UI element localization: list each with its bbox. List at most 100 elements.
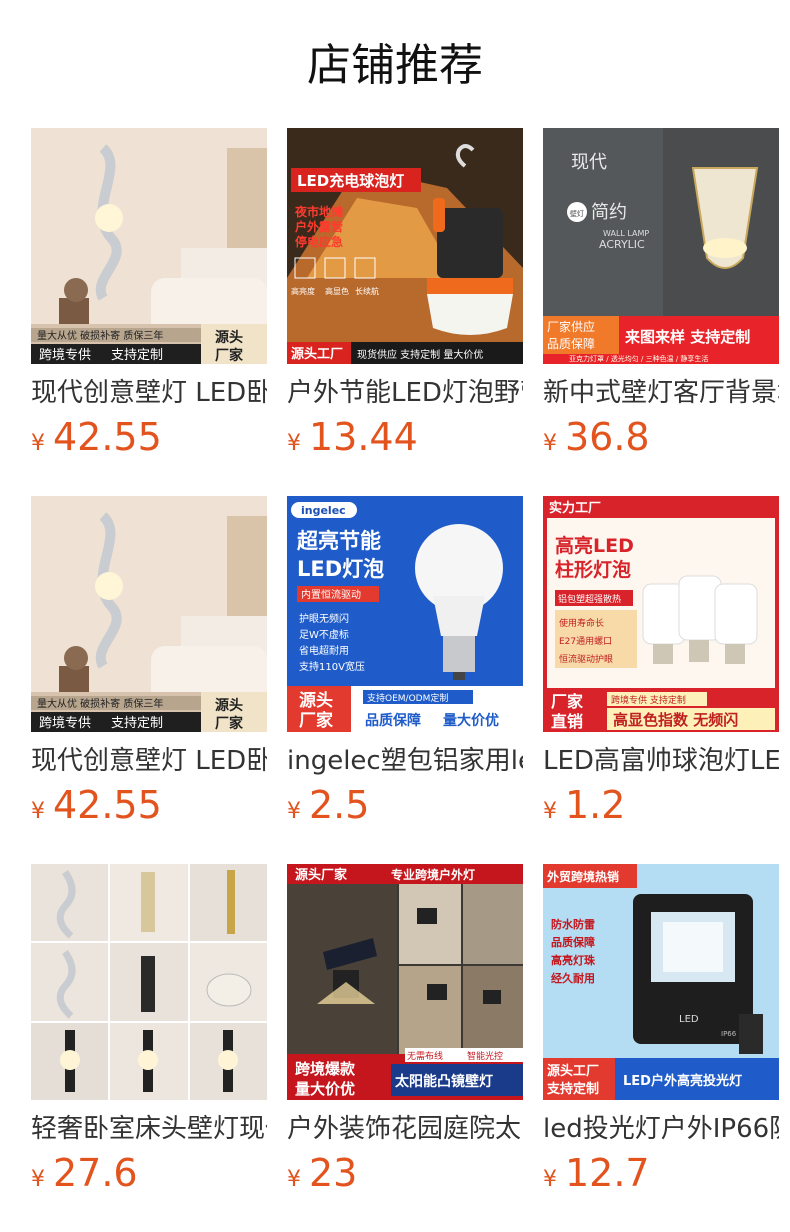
image-caption: 长续航 bbox=[355, 286, 379, 296]
led-column-bulb-photo: 实力工厂 高亮LED 柱形灯泡 铝包塑超强散热 使用寿命长 E27通用螺口 恒流… bbox=[543, 496, 779, 732]
product-name[interactable]: 户外节能LED灯泡野营灯 bbox=[287, 375, 523, 411]
image-caption: 经久耐用 bbox=[551, 971, 595, 985]
image-caption: 量大从优 破损补寄 质保三年 bbox=[37, 329, 163, 342]
price-value: 27.6 bbox=[53, 1151, 138, 1195]
product-name[interactable]: led投光灯户外IP66防水 bbox=[543, 1111, 779, 1147]
led-bulb-photo: ingelec 超亮节能 LED灯泡 内置恒流驱动 护眼无频闪 足W不虚标 省电… bbox=[287, 496, 523, 732]
image-caption: 护眼无频闪 bbox=[299, 612, 349, 625]
price-value: 36.8 bbox=[565, 415, 650, 459]
product-card[interactable]: 现代 壁灯 简约 WALL LAMP ACRYLIC 厂家供应 品质保障 来图来… bbox=[543, 128, 779, 468]
image-caption: LED bbox=[679, 1014, 699, 1025]
product-card[interactable]: 轻奢卧室床头壁灯现代简约 ¥27.6 bbox=[31, 864, 267, 1204]
image-caption: LED灯泡 bbox=[297, 557, 384, 581]
image-caption: 源头工厂 bbox=[291, 346, 343, 362]
product-card[interactable]: 实力工厂 高亮LED 柱形灯泡 铝包塑超强散热 使用寿命长 E27通用螺口 恒流… bbox=[543, 496, 779, 836]
image-caption: 太阳能凸镜壁灯 bbox=[395, 1073, 493, 1090]
image-caption: 现代 bbox=[571, 152, 607, 173]
image-caption: 现货供应 支持定制 量大价优 bbox=[357, 348, 483, 361]
product-price: ¥1.2 bbox=[543, 782, 625, 828]
acrylic-wall-lamp-photo: 现代 壁灯 简约 WALL LAMP ACRYLIC 厂家供应 品质保障 来图来… bbox=[543, 128, 779, 364]
product-image[interactable] bbox=[31, 864, 267, 1100]
image-caption: 足W不虚标 bbox=[299, 629, 349, 641]
product-price: ¥42.55 bbox=[31, 414, 162, 460]
product-name[interactable]: LED高富帅球泡灯LED柱形灯 bbox=[543, 743, 779, 779]
product-name[interactable]: 新中式壁灯客厅背景墙 bbox=[543, 375, 779, 411]
product-name[interactable]: 户外装饰花园庭院太阳能壁灯 bbox=[287, 1111, 523, 1147]
image-caption: 恒流驱动护眼 bbox=[559, 653, 613, 665]
image-caption: 跨境专供 bbox=[39, 716, 91, 731]
led-floodlight-photo: 外贸跨境热销 防水防雷 品质保障 高亮灯珠 经久耐用 IP66 LED 源头工厂… bbox=[543, 864, 779, 1100]
image-caption: 源头厂家 bbox=[295, 867, 348, 883]
image-caption: 专业跨境户外灯 bbox=[391, 867, 475, 882]
image-caption: 品质保障 bbox=[365, 712, 421, 729]
product-image[interactable]: 量大从优 破损补寄 质保三年 跨境专供 支持定制 源头 厂家 bbox=[31, 496, 267, 732]
wall-lamp-grid-photo bbox=[31, 864, 267, 1100]
product-price: ¥36.8 bbox=[543, 414, 650, 460]
product-name[interactable]: 现代创意壁灯 LED卧室床头灯 bbox=[31, 375, 267, 411]
image-caption: 高显色指数 无频闪 bbox=[613, 711, 738, 729]
currency-symbol: ¥ bbox=[287, 799, 301, 824]
image-caption: 源头工厂 bbox=[547, 1063, 599, 1079]
image-caption: 高亮LED bbox=[555, 534, 634, 557]
image-caption: E27通用螺口 bbox=[559, 636, 612, 647]
image-caption: 直销 bbox=[551, 712, 583, 731]
image-caption: LED户外高亮投光灯 bbox=[623, 1073, 742, 1089]
image-caption: 支持定制 bbox=[546, 1081, 599, 1097]
product-name[interactable]: ingelec塑包铝家用led灯泡 bbox=[287, 743, 523, 779]
image-caption: 量大价优 bbox=[443, 712, 499, 729]
product-price: ¥12.7 bbox=[543, 1150, 650, 1196]
product-name[interactable]: 现代创意壁灯 LED卧室床头灯 bbox=[31, 743, 267, 779]
image-caption: 使用寿命长 bbox=[559, 617, 604, 629]
image-caption: 无需布线 bbox=[407, 1050, 443, 1062]
product-card[interactable]: ingelec 超亮节能 LED灯泡 内置恒流驱动 护眼无频闪 足W不虚标 省电… bbox=[287, 496, 523, 836]
product-card[interactable]: 源头厂家 专业跨境户外灯 无需布线 智能光控 跨境爆款 量大价优 太阳能凸镜壁灯… bbox=[287, 864, 523, 1204]
product-name[interactable]: 轻奢卧室床头壁灯现代简约 bbox=[31, 1111, 267, 1147]
image-caption: 跨境专供 bbox=[39, 348, 91, 363]
product-image[interactable]: 量大从优 破损补寄 质保三年 跨境专供 支持定制 源头 厂家 bbox=[31, 128, 267, 364]
image-caption: 户外露营 bbox=[295, 219, 343, 234]
product-price: ¥42.55 bbox=[31, 782, 162, 828]
product-image[interactable]: LED充电球泡灯 夜市地摊 户外露营 停电应急 高亮度 高显色 长续航 源头工厂… bbox=[287, 128, 523, 364]
currency-symbol: ¥ bbox=[287, 431, 301, 456]
product-card[interactable]: 量大从优 破损补寄 质保三年 跨境专供 支持定制 源头 厂家 现代创意壁灯 LE… bbox=[31, 128, 267, 468]
image-caption: 跨境爆款 bbox=[295, 1060, 356, 1078]
product-image[interactable]: 现代 壁灯 简约 WALL LAMP ACRYLIC 厂家供应 品质保障 来图来… bbox=[543, 128, 779, 364]
product-card[interactable]: LED充电球泡灯 夜市地摊 户外露营 停电应急 高亮度 高显色 长续航 源头工厂… bbox=[287, 128, 523, 468]
image-caption: WALL LAMP bbox=[603, 229, 649, 238]
image-caption: 外贸跨境热销 bbox=[547, 869, 619, 884]
price-value: 23 bbox=[309, 1151, 358, 1195]
image-caption: 源头 bbox=[215, 697, 243, 714]
product-price: ¥13.44 bbox=[287, 414, 418, 460]
price-value: 1.2 bbox=[565, 783, 626, 827]
store-recommendations-page: 店铺推荐 量大从优 破损补寄 质保三年 跨境专供 支持定制 源头 厂家 现代创意… bbox=[0, 0, 790, 1232]
product-image[interactable]: ingelec 超亮节能 LED灯泡 内置恒流驱动 护眼无频闪 足W不虚标 省电… bbox=[287, 496, 523, 732]
led-camping-bulb-photo: LED充电球泡灯 夜市地摊 户外露营 停电应急 高亮度 高显色 长续航 源头工厂… bbox=[287, 128, 523, 364]
price-value: 12.7 bbox=[565, 1151, 650, 1195]
product-image[interactable]: 外贸跨境热销 防水防雷 品质保障 高亮灯珠 经久耐用 IP66 LED 源头工厂… bbox=[543, 864, 779, 1100]
image-caption: 源头 bbox=[215, 329, 243, 346]
product-image[interactable]: 实力工厂 高亮LED 柱形灯泡 铝包塑超强散热 使用寿命长 E27通用螺口 恒流… bbox=[543, 496, 779, 732]
product-price: ¥2.5 bbox=[287, 782, 369, 828]
image-caption: 厂家 bbox=[215, 347, 244, 364]
product-image[interactable]: 源头厂家 专业跨境户外灯 无需布线 智能光控 跨境爆款 量大价优 太阳能凸镜壁灯 bbox=[287, 864, 523, 1100]
image-caption: 停电应急 bbox=[295, 234, 343, 249]
currency-symbol: ¥ bbox=[287, 1167, 301, 1192]
product-card[interactable]: 外贸跨境热销 防水防雷 品质保障 高亮灯珠 经久耐用 IP66 LED 源头工厂… bbox=[543, 864, 779, 1204]
product-card[interactable]: 量大从优 破损补寄 质保三年 跨境专供 支持定制 源头 厂家 现代创意壁灯 LE… bbox=[31, 496, 267, 836]
image-caption: 品质保障 bbox=[547, 336, 595, 351]
image-caption: 量大价优 bbox=[295, 1080, 355, 1098]
currency-symbol: ¥ bbox=[31, 431, 45, 456]
image-caption: 简约 bbox=[591, 202, 627, 223]
image-caption: ingelec bbox=[301, 504, 346, 517]
price-value: 2.5 bbox=[309, 783, 370, 827]
image-caption: 铝包塑超强散热 bbox=[558, 593, 621, 605]
image-caption: 防水防雷 bbox=[551, 917, 595, 931]
currency-symbol: ¥ bbox=[31, 1167, 45, 1192]
image-caption: 高亮灯珠 bbox=[551, 953, 596, 967]
image-caption: 支持定制 bbox=[111, 348, 163, 363]
price-value: 42.55 bbox=[53, 783, 162, 827]
currency-symbol: ¥ bbox=[543, 1167, 557, 1192]
image-caption: ACRYLIC bbox=[599, 238, 645, 251]
image-caption: 跨境专供 支持定制 bbox=[611, 694, 686, 706]
image-caption: 量大从优 破损补寄 质保三年 bbox=[37, 697, 163, 710]
